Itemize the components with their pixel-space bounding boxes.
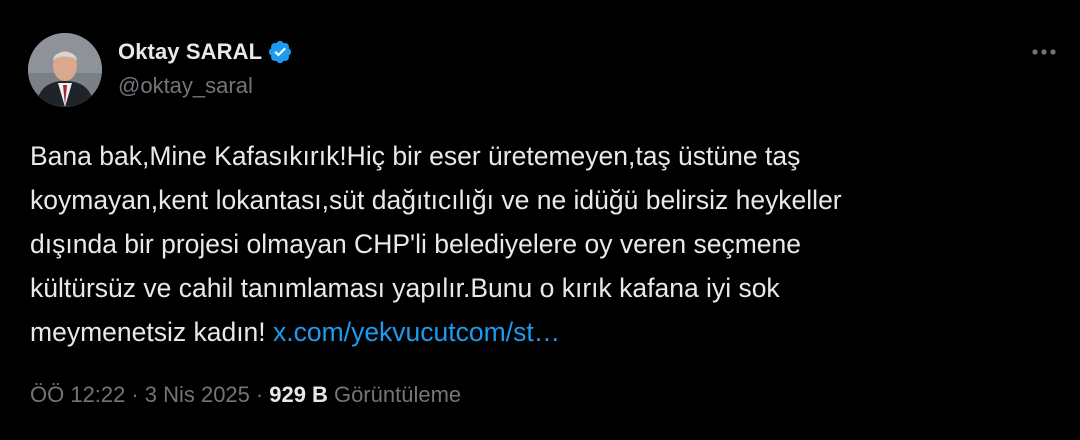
name-row: Oktay SARAL bbox=[118, 36, 293, 68]
avatar-image bbox=[28, 33, 102, 107]
tweet-time[interactable]: ÖÖ 12:22 bbox=[30, 382, 125, 407]
tweet-text-line: Bana bak,Mine Kafasıkırık!Hiç bir eser ü… bbox=[30, 141, 801, 171]
meta-separator: · bbox=[131, 382, 139, 407]
tweet-text-line: koymayan,kent lokantası,süt dağıtıcılığı… bbox=[30, 185, 842, 215]
tweet-text-line: dışında bir projesi olmayan CHP'li beled… bbox=[30, 229, 801, 259]
meta-separator: · bbox=[255, 382, 264, 407]
user-handle[interactable]: @oktay_saral bbox=[118, 73, 253, 99]
tweet-text-line: kültürsüz ve cahil tanımlaması yapılır.B… bbox=[30, 273, 780, 303]
tweet-text: Bana bak,Mine Kafasıkırık!Hiç bir eser ü… bbox=[30, 134, 1060, 354]
tweet-text-last-line: meymenetsiz kadın! x.com/yekvucutcom/st… bbox=[30, 310, 1060, 354]
tweet-card: Oktay SARAL @oktay_saral Bana bak,Mine K… bbox=[0, 0, 1080, 440]
avatar[interactable] bbox=[28, 33, 102, 107]
views-label: Görüntüleme bbox=[333, 382, 462, 407]
tweet-date[interactable]: 3 Nis 2025 bbox=[145, 382, 250, 407]
tweet-link[interactable]: x.com/yekvucutcom/st… bbox=[273, 317, 560, 347]
more-horizontal-icon[interactable] bbox=[1030, 40, 1058, 64]
tweet-text-end: meymenetsiz kadın! bbox=[30, 317, 266, 347]
views-count: 929 B bbox=[269, 382, 328, 407]
tweet-meta: ÖÖ 12:22 · 3 Nis 2025 · 929 B Görüntüleme bbox=[30, 382, 461, 408]
verified-badge-icon bbox=[267, 39, 293, 65]
display-name[interactable]: Oktay SARAL bbox=[118, 39, 262, 65]
